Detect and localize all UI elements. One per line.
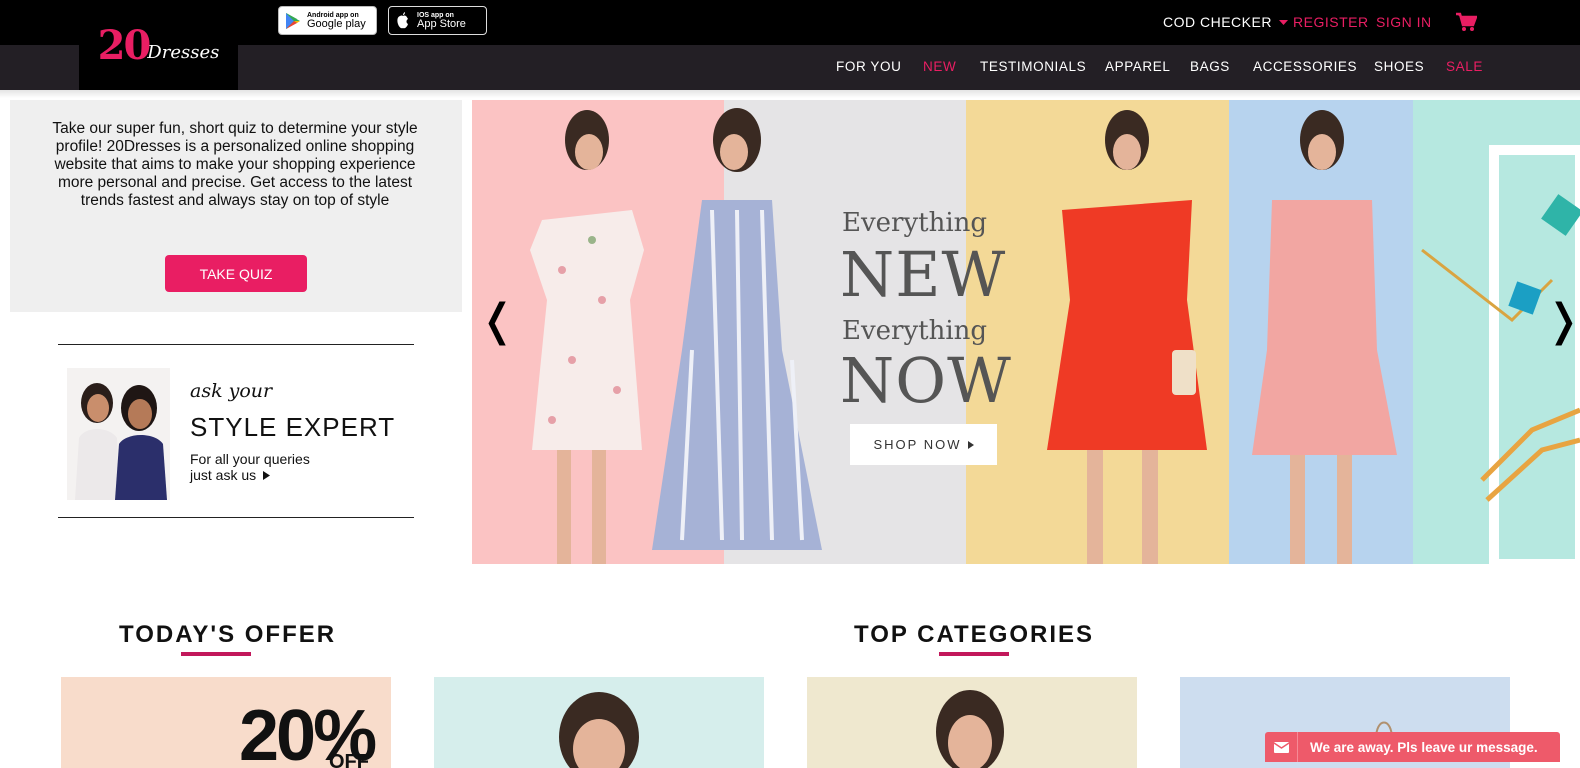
play-arrow-icon	[967, 440, 974, 449]
nav-accessories[interactable]: ACCESSORIES	[1253, 59, 1357, 74]
sign-in-link[interactable]: SIGN IN	[1376, 14, 1432, 30]
carousel-prev-icon[interactable]: ❬	[479, 295, 516, 346]
offer-off: OFF	[329, 751, 369, 768]
take-quiz-button[interactable]: TAKE QUIZ	[165, 255, 307, 292]
nav-apparel[interactable]: APPAREL	[1105, 59, 1170, 74]
header-shadow	[0, 90, 1580, 98]
hero-everything-1: Everything	[842, 208, 988, 238]
expert-title[interactable]: STYLE EXPERT	[190, 412, 395, 443]
play-arrow-icon	[263, 471, 271, 480]
offer-card[interactable]: 20% OFF	[61, 677, 391, 768]
expert-line-1: For all your queries	[190, 451, 310, 467]
shop-now-button[interactable]: SHOP NOW	[850, 424, 997, 465]
logo-number: 20	[97, 21, 152, 69]
chat-widget[interactable]: We are away. Pls leave ur message.	[1265, 732, 1560, 762]
divider-bottom	[58, 517, 414, 518]
top-categories-heading: TOP CATEGORIES	[854, 621, 1095, 648]
google-play-button[interactable]: Android app on Google play	[278, 6, 377, 35]
style-expert-illustration	[67, 368, 170, 500]
style-expert-photo[interactable]	[67, 368, 170, 500]
apple-icon	[397, 11, 408, 28]
logo-word: Dresses	[147, 41, 220, 63]
cart-icon[interactable]	[1455, 12, 1477, 32]
app-store-button[interactable]: IOS app on App Store	[388, 6, 487, 35]
hero-banner[interactable]: Everything NEW Everything NOW	[472, 100, 1580, 564]
expert-ask-text: ask your	[190, 380, 273, 402]
hero-new: NEW	[840, 238, 1007, 311]
google-play-big: Google play	[307, 17, 366, 30]
nav-for-you[interactable]: FOR YOU	[836, 59, 901, 74]
nav-new[interactable]: NEW	[923, 59, 956, 74]
nav-shoes[interactable]: SHOES	[1374, 59, 1424, 74]
mail-icon	[1265, 732, 1298, 762]
expert-line-2: just ask us	[190, 467, 257, 483]
nav-testimonials[interactable]: TESTIMONIALS	[980, 59, 1086, 74]
nav-bags[interactable]: BAGS	[1190, 59, 1230, 74]
category-model-1	[559, 692, 639, 768]
todays-offer-heading: TODAY'S OFFER	[119, 621, 337, 648]
app-store-big: App Store	[417, 17, 466, 30]
register-link[interactable]: REGISTER	[1293, 14, 1369, 30]
category-model-2	[936, 690, 1004, 768]
todays-offer-underline	[181, 652, 251, 656]
hero-now: NOW	[840, 344, 1012, 417]
carousel-next-icon[interactable]: ❭	[1545, 295, 1580, 346]
shop-now-label: SHOP NOW	[873, 437, 962, 452]
site-logo[interactable]: 20 Dresses	[79, 0, 238, 90]
chat-message: We are away. Pls leave ur message.	[1310, 739, 1538, 755]
google-play-icon	[286, 12, 300, 29]
divider-top	[58, 344, 414, 345]
category-card-2[interactable]	[807, 677, 1137, 768]
category-card-1[interactable]	[434, 677, 764, 768]
hero-models-illustration	[530, 108, 1580, 564]
expert-subtext[interactable]: For all your queries just ask us	[190, 451, 310, 483]
quiz-description: Take our super fun, short quiz to determ…	[52, 120, 418, 209]
cod-checker-label: COD CHECKER	[1163, 14, 1272, 30]
hero-everything-2: Everything	[842, 316, 988, 346]
top-categories-underline	[939, 652, 1009, 656]
nav-sale[interactable]: SALE	[1446, 59, 1483, 74]
cod-checker-link[interactable]: COD CHECKER	[1163, 14, 1289, 30]
caret-down-icon	[1279, 20, 1289, 26]
